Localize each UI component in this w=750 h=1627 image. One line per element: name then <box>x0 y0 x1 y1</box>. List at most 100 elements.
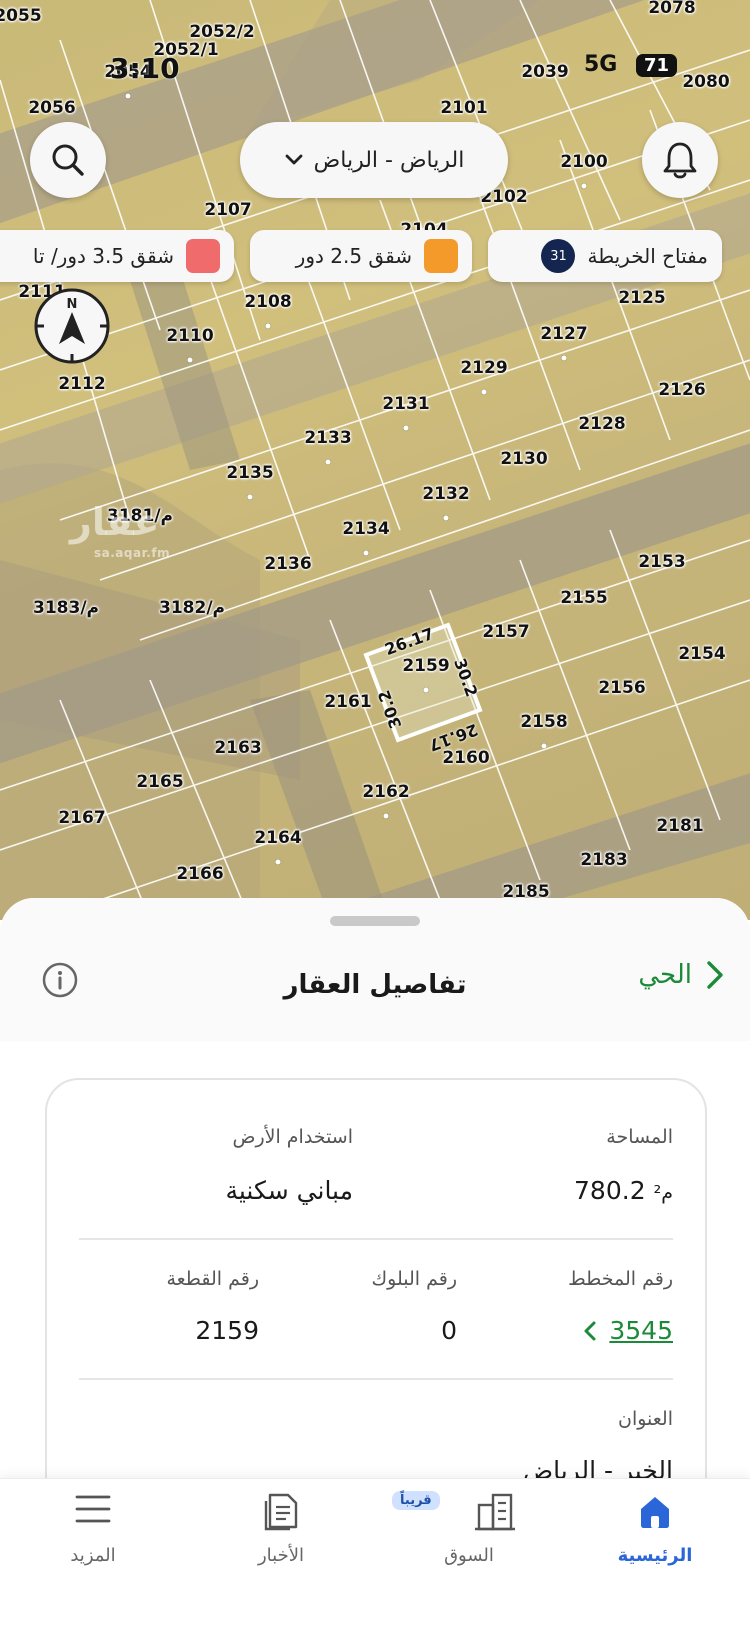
plot-label[interactable]: 2128 <box>578 414 625 434</box>
news-icon <box>264 1493 298 1531</box>
plan-number-link[interactable]: 3545 <box>583 1316 673 1345</box>
area-label: المساحة <box>606 1126 673 1148</box>
plot-label[interactable]: 2167 <box>58 808 105 828</box>
plot-label[interactable]: 2158 <box>520 712 567 732</box>
plot-label[interactable]: 2130 <box>500 449 547 469</box>
plot-label[interactable]: 2166 <box>176 864 223 884</box>
plot-centroid <box>423 687 429 693</box>
plot-label[interactable]: 3182/م <box>159 598 225 618</box>
map-view[interactable]: 2055 2052/2 2052/1 2054 2056 2078 2039 2… <box>0 0 750 920</box>
location-selector[interactable]: الرياض - الرياض <box>240 122 508 198</box>
plot-label[interactable]: 2127 <box>540 324 587 344</box>
legend-label: شقق 3.5 دور/ تا <box>32 244 174 268</box>
chevron-right-icon <box>707 961 723 989</box>
plot-label[interactable]: 2078 <box>648 0 695 18</box>
tab-label: الأخبار <box>257 1545 304 1566</box>
divider <box>79 1378 673 1380</box>
plot-centroid <box>363 550 369 556</box>
sheet-header: تفاصيل العقار الحي <box>0 898 750 1041</box>
plot-label[interactable]: 2181 <box>656 816 703 836</box>
status-time: 3:10 <box>110 52 180 85</box>
bottom-tab-bar: الرئيسية قريباً السوق الأخبار المزيد <box>0 1478 750 1627</box>
plot-label[interactable]: 2153 <box>638 552 685 572</box>
plot-centroid <box>581 183 587 189</box>
area-unit: م² <box>653 1182 673 1204</box>
plot-centroid <box>325 459 331 465</box>
status-network: 5G <box>584 52 618 77</box>
plot-label[interactable]: 2110 <box>166 326 213 346</box>
plot-label[interactable]: 2183 <box>580 850 627 870</box>
plot-label[interactable]: 2056 <box>28 98 75 118</box>
plot-label[interactable]: 2133 <box>304 428 351 448</box>
plot-label[interactable]: 2136 <box>264 554 311 574</box>
plot-label[interactable]: 2039 <box>521 62 568 82</box>
plot-centroid <box>187 357 193 363</box>
plot-label[interactable]: 2159 <box>402 656 449 676</box>
plan-number-value: 3545 <box>609 1316 673 1345</box>
search-button[interactable] <box>30 122 106 198</box>
coming-soon-badge: قريباً <box>392 1491 440 1510</box>
tab-news[interactable]: الأخبار <box>206 1479 356 1589</box>
watermark: عقار sa.aqar.fm <box>70 500 170 560</box>
map-key-label: مفتاح الخريطة <box>587 244 708 268</box>
plot-label[interactable]: 2154 <box>678 644 725 664</box>
plot-label[interactable]: 2132 <box>422 484 469 504</box>
legend-chip-apartments-3-5[interactable]: شقق 3.5 دور/ تا <box>0 230 234 282</box>
plot-centroid <box>383 813 389 819</box>
plot-label[interactable]: 2126 <box>658 380 705 400</box>
plot-centroid <box>265 323 271 329</box>
tab-more[interactable]: المزيد <box>18 1479 168 1589</box>
watermark-logo: عقار <box>70 500 160 544</box>
plot-label[interactable]: 2164 <box>254 828 301 848</box>
svg-text:N: N <box>67 297 78 312</box>
plot-label[interactable]: 2125 <box>618 288 665 308</box>
plot-label[interactable]: 2055 <box>0 6 42 26</box>
land-use-label: استخدام الأرض <box>232 1126 353 1148</box>
plot-label[interactable]: 2156 <box>598 678 645 698</box>
plot-label[interactable]: 3183/م <box>33 598 99 618</box>
plot-label[interactable]: 2052/2 <box>189 22 254 42</box>
plot-label[interactable]: 2134 <box>342 519 389 539</box>
plot-label[interactable]: 2129 <box>460 358 507 378</box>
divider <box>79 1238 673 1240</box>
tab-label: المزيد <box>70 1545 116 1566</box>
plot-label[interactable]: 2100 <box>560 152 607 172</box>
tab-label: السوق <box>444 1545 494 1566</box>
area-number: 780.2 <box>574 1176 646 1205</box>
plot-label[interactable]: 2165 <box>136 772 183 792</box>
plot-label[interactable]: 2163 <box>214 738 261 758</box>
buildings-icon <box>475 1493 515 1531</box>
plot-centroid <box>247 494 253 500</box>
tab-market[interactable]: قريباً السوق <box>392 1479 544 1589</box>
neighborhood-link-label: الحي <box>638 960 692 990</box>
location-label: الرياض - الرياض <box>313 147 465 173</box>
neighborhood-link[interactable]: الحي <box>638 960 724 990</box>
legend-swatch-red <box>186 239 220 273</box>
notifications-button[interactable] <box>642 122 718 198</box>
plot-label[interactable]: 2162 <box>362 782 409 802</box>
tab-home[interactable]: الرئيسية <box>580 1479 730 1589</box>
chevron-left-icon <box>584 1321 596 1340</box>
plot-label[interactable]: 2160 <box>442 748 489 768</box>
plot-label[interactable]: 2161 <box>324 692 371 712</box>
plot-label[interactable]: 2107 <box>204 200 251 220</box>
watermark-url: sa.aqar.fm <box>94 546 171 560</box>
plot-label[interactable]: 2131 <box>382 394 429 414</box>
plot-label[interactable]: 2135 <box>226 463 273 483</box>
plot-label[interactable]: 2112 <box>58 374 105 394</box>
plot-centroid <box>481 389 487 395</box>
chevron-down-icon <box>285 154 303 165</box>
plot-label[interactable]: 2157 <box>482 622 529 642</box>
plot-label[interactable]: 2108 <box>244 292 291 312</box>
menu-icon <box>75 1495 111 1523</box>
legend-chip-apartments-2-5[interactable]: شقق 2.5 دور <box>250 230 472 282</box>
plot-centroid <box>125 93 131 99</box>
parcel-number-label: رقم القطعة <box>166 1268 259 1290</box>
sheet-grabber[interactable] <box>330 916 420 926</box>
block-number-label: رقم البلوك <box>371 1268 457 1290</box>
map-key-chip[interactable]: مفتاح الخريطة 31 <box>488 230 722 282</box>
plot-label[interactable]: 2101 <box>440 98 487 118</box>
plot-label[interactable]: 2155 <box>560 588 607 608</box>
plot-label[interactable]: 2080 <box>682 72 729 92</box>
compass-icon[interactable]: N <box>32 286 112 366</box>
